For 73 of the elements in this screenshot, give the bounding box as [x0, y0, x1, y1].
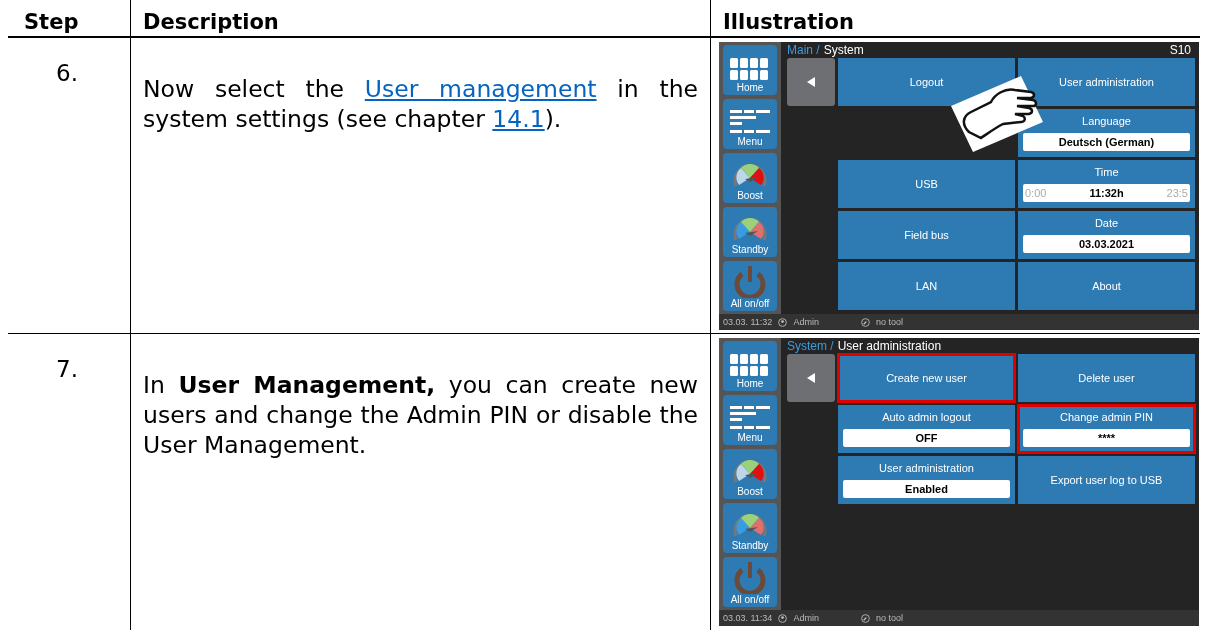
breadcrumb-parent[interactable]: Main /	[787, 43, 820, 57]
step-number: 7.	[56, 356, 78, 382]
setting-tile[interactable]: Language Deutsch (German)	[1018, 109, 1195, 157]
setting-tile[interactable]: Time 0:00 11:32h 23:5	[1018, 160, 1195, 208]
menu-tile-button[interactable]: USB	[838, 160, 1015, 208]
time-field[interactable]: 0:00 11:32h 23:5	[1023, 184, 1190, 202]
screen-title: System	[823, 43, 864, 57]
status-user: Admin	[793, 613, 819, 623]
column-header: Step	[24, 10, 79, 34]
setting-tile[interactable]: Date 03.03.2021	[1018, 211, 1195, 259]
setting-label: Date	[1094, 217, 1119, 229]
setting-label: Change admin PIN	[1060, 411, 1153, 423]
status-user: Admin	[793, 317, 819, 327]
status-tool: no tool	[875, 613, 903, 623]
menu-tile-button[interactable]: About	[1018, 262, 1195, 310]
setting-tile[interactable]: Auto admin logout OFF	[838, 405, 1015, 453]
setting-label: Language	[1082, 115, 1131, 127]
setting-tile[interactable]: User administration Enabled	[838, 456, 1015, 504]
step-description: Now select the User management in the system settings (see chapter 14.1).	[143, 74, 698, 134]
range-min: 0:00	[1025, 187, 1047, 199]
menu-tile-button[interactable]: Create new user	[838, 354, 1015, 402]
back-button[interactable]	[787, 58, 835, 106]
setting-label: User administration	[879, 462, 974, 474]
menu-tile-button[interactable]: Delete user	[1018, 354, 1195, 402]
value-field[interactable]: OFF	[843, 429, 1010, 447]
sidebar-button[interactable]: Standby	[723, 503, 777, 553]
value-field[interactable]: ****	[1023, 429, 1190, 447]
sidebar-button[interactable]: Home	[723, 45, 777, 95]
menu-tile-button[interactable]: User administration	[1018, 58, 1195, 106]
range-max: 23:5	[1166, 187, 1188, 199]
sidebar-button[interactable]: Boost	[723, 153, 777, 203]
grid-icon	[730, 354, 770, 378]
sidebar-button[interactable]: Menu	[723, 99, 777, 149]
back-button[interactable]	[787, 354, 835, 402]
setting-tile[interactable]: Change admin PIN ****	[1018, 405, 1195, 453]
value-field[interactable]: 03.03.2021	[1023, 235, 1190, 253]
back-arrow-icon	[807, 77, 815, 87]
screen-title: User administration	[837, 339, 942, 353]
column-header: Illustration	[723, 10, 854, 34]
tool-icon	[860, 317, 870, 327]
value-field[interactable]: Deutsch (German)	[1023, 133, 1190, 151]
status-datetime: 03.03. 11:32	[723, 317, 773, 327]
link[interactable]: 14.1	[492, 105, 545, 133]
menu-tile-button[interactable]: Logout	[838, 58, 1015, 106]
sidebar-button[interactable]: Boost	[723, 449, 777, 499]
status-datetime: 03.03. 11:34	[723, 613, 773, 623]
step-number: 6.	[56, 60, 78, 86]
user-icon	[778, 613, 788, 623]
status-tool: no tool	[875, 317, 903, 327]
sidebar-button[interactable]: All on/off	[723, 557, 777, 607]
back-arrow-icon	[807, 373, 815, 383]
pointing-hand-icon	[951, 76, 1043, 152]
menu-tile-button[interactable]: Field bus	[838, 211, 1015, 259]
menu-icon	[730, 406, 770, 432]
breadcrumb-parent[interactable]: System /	[787, 339, 834, 353]
sidebar-button[interactable]: Standby	[723, 207, 777, 257]
grid-icon	[730, 58, 770, 82]
menu-icon	[730, 110, 770, 136]
value-field[interactable]: Enabled	[843, 480, 1010, 498]
link[interactable]: User management	[364, 75, 597, 103]
step-description: In User Management, you can create new users and change the Admin PIN or disable the User Management.	[143, 370, 698, 460]
screen-code: S10	[1169, 43, 1191, 57]
tool-icon	[860, 613, 870, 623]
sidebar-button[interactable]: All on/off	[723, 261, 777, 311]
setting-label: Auto admin logout	[882, 411, 971, 423]
menu-tile-button[interactable]: LAN	[838, 262, 1015, 310]
column-header: Description	[143, 10, 279, 34]
user-icon	[778, 317, 788, 327]
setting-label: Time	[1094, 166, 1119, 178]
sidebar-button[interactable]: Menu	[723, 395, 777, 445]
time-value: 11:32h	[1089, 187, 1124, 199]
sidebar-button[interactable]: Home	[723, 341, 777, 391]
menu-tile-button[interactable]: Export user log to USB	[1018, 456, 1195, 504]
